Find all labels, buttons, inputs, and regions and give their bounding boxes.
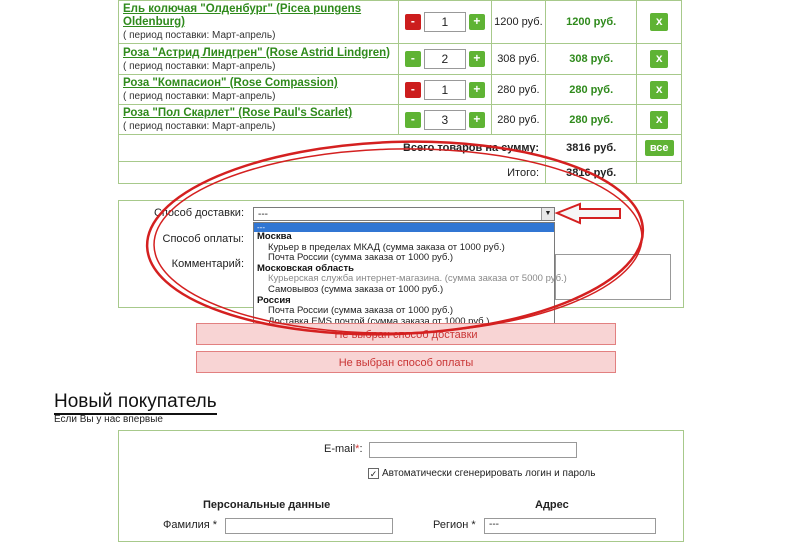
personal-data-header: Персональные данные [203, 499, 331, 511]
region-label: Регион * [433, 519, 476, 531]
page-subtitle: Если Вы у нас впервые [54, 414, 163, 425]
email-input[interactable] [369, 442, 577, 458]
page-title: Новый покупатель [54, 391, 217, 415]
address-header: Адрес [535, 499, 569, 511]
lastname-label: Фамилия * [163, 519, 218, 531]
region-select[interactable]: --- [484, 518, 656, 534]
autogen-label: Автоматически сгенерировать логин и паро… [382, 468, 596, 479]
arrow-icon [554, 202, 621, 225]
autogen-checkbox[interactable]: ✓ [368, 468, 379, 479]
annotation-ellipse [145, 140, 645, 336]
lastname-input[interactable] [225, 518, 393, 534]
email-label: E-mail*: [324, 443, 363, 455]
